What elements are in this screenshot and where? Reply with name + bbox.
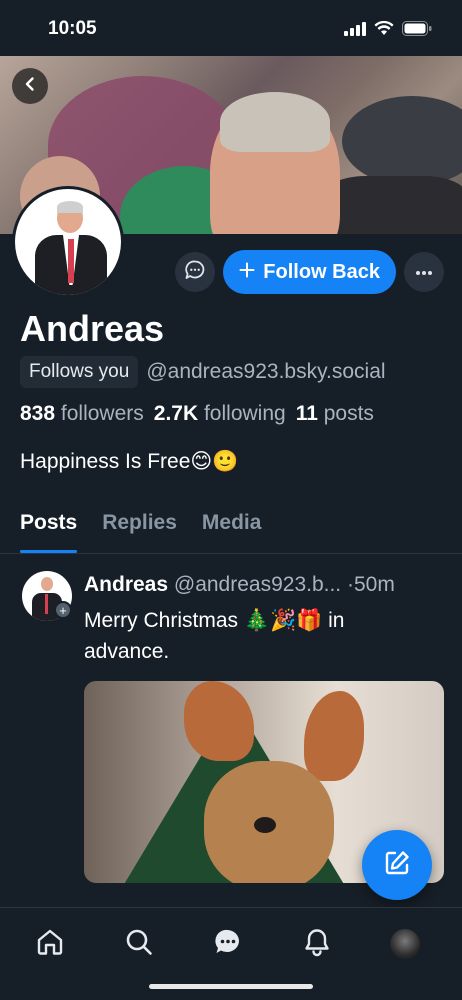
nav-search[interactable] xyxy=(121,926,157,962)
ellipsis-icon xyxy=(415,263,433,281)
followers-label: followers xyxy=(60,402,144,425)
posts-count: 11 xyxy=(295,402,318,425)
battery-icon xyxy=(402,21,432,41)
follow-plus-icon[interactable]: + xyxy=(54,601,72,619)
posts-stat: 11 posts xyxy=(296,402,374,426)
following-label: following xyxy=(203,402,286,425)
chat-icon xyxy=(213,927,243,962)
profile-tabs: Posts Replies Media xyxy=(0,500,462,554)
profile-display-name: Andreas xyxy=(20,308,165,349)
cellular-signal-icon xyxy=(344,21,366,41)
chevron-left-icon xyxy=(22,76,38,97)
followers-stat[interactable]: 838 followers xyxy=(20,402,144,426)
status-time: 10:05 xyxy=(48,18,97,39)
handle-row: Follows you @andreas923.bsky.social xyxy=(20,356,386,388)
following-count: 2.7K xyxy=(153,402,199,425)
search-icon xyxy=(124,927,154,962)
following-stat[interactable]: 2.7K following xyxy=(154,402,286,426)
status-icons xyxy=(344,20,432,41)
follow-back-label: Follow Back xyxy=(263,260,380,283)
tab-replies[interactable]: Replies xyxy=(102,500,177,553)
post-header: Andreas @andreas923.b... ·50m xyxy=(84,573,395,597)
plus-icon xyxy=(239,261,255,284)
follows-you-badge: Follows you xyxy=(20,356,139,388)
profile-actions: Follow Back xyxy=(175,250,444,294)
pencil-square-icon xyxy=(382,848,412,883)
tab-media[interactable]: Media xyxy=(202,500,262,553)
posts-label: posts xyxy=(323,402,374,425)
post-author-name[interactable]: Andreas xyxy=(84,573,168,596)
home-icon xyxy=(35,927,65,962)
profile-avatar[interactable] xyxy=(12,186,124,298)
post-time: 50m xyxy=(353,573,395,596)
nav-home[interactable] xyxy=(32,926,68,962)
nav-chat[interactable] xyxy=(210,926,246,962)
post-text: Merry Christmas 🎄🎉🎁 in advance. xyxy=(84,609,345,663)
followers-count: 838 xyxy=(20,402,56,425)
follow-back-button[interactable]: Follow Back xyxy=(223,250,396,294)
bell-icon xyxy=(302,927,332,962)
profile-handle: @andreas923.bsky.social xyxy=(146,360,386,383)
compose-button[interactable] xyxy=(362,830,432,900)
wifi-icon xyxy=(374,20,394,41)
post-separator: · xyxy=(346,573,354,596)
nav-profile[interactable] xyxy=(387,926,423,962)
message-button[interactable] xyxy=(175,252,216,292)
avatar xyxy=(390,929,420,959)
tab-posts[interactable]: Posts xyxy=(20,500,78,553)
profile-stats: 838 followers 2.7K following 11 posts xyxy=(20,402,374,426)
back-button[interactable] xyxy=(12,68,48,104)
status-bar: 10:05 xyxy=(0,0,462,56)
home-indicator xyxy=(149,984,313,989)
more-options-button[interactable] xyxy=(404,252,444,292)
nav-notifications[interactable] xyxy=(299,926,335,962)
post-author-handle[interactable]: @andreas923.b... xyxy=(174,573,341,596)
chat-bubble-icon xyxy=(184,259,206,286)
profile-bio: Happiness Is Free😊🙂 xyxy=(20,450,239,473)
